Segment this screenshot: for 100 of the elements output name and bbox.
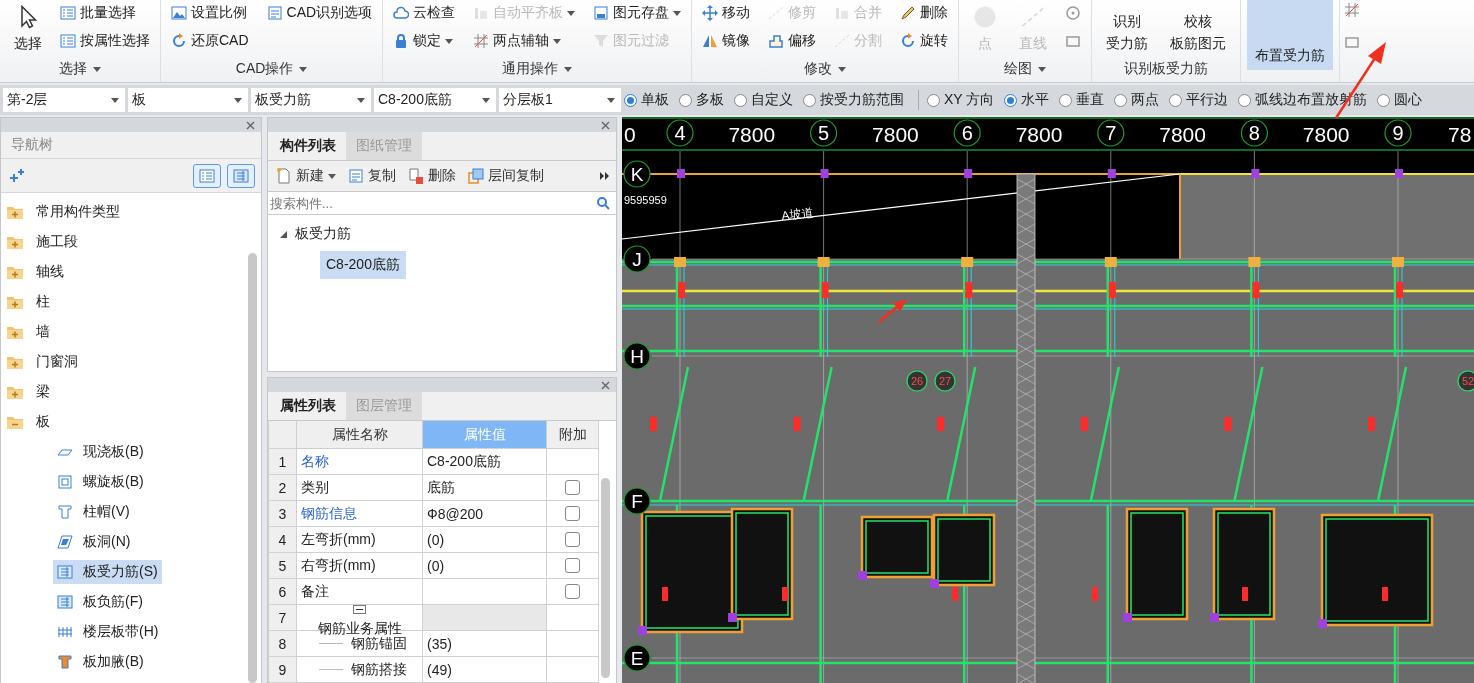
tree-item[interactable]: 轴线	[1, 257, 261, 287]
radio-button[interactable]	[1377, 93, 1391, 107]
scrollbar[interactable]	[601, 478, 610, 678]
tree-item[interactable]: 板负筋(F)	[53, 590, 147, 614]
property-link[interactable]: 名称	[297, 449, 423, 475]
radio-label[interactable]: 多板	[696, 91, 724, 109]
tree-item[interactable]: 柱	[1, 287, 261, 317]
scrollbar[interactable]	[248, 253, 257, 683]
dropdown-field[interactable]: 第-2层	[3, 88, 125, 112]
folder-icon[interactable]	[6, 294, 24, 310]
radio-label[interactable]: 自定义	[751, 91, 793, 109]
tree-item[interactable]: 楼层板带(H)	[53, 620, 163, 644]
radio-button[interactable]	[1238, 93, 1252, 107]
folder-icon[interactable]	[6, 234, 24, 250]
list-view-button[interactable]	[193, 163, 221, 188]
radio-label[interactable]: 按受力筋范围	[820, 91, 904, 109]
ribbon-button[interactable]: 两点辅轴	[469, 28, 580, 54]
checkbox[interactable]	[565, 584, 580, 599]
radio-label[interactable]: 两点	[1131, 91, 1160, 109]
radio-button[interactable]	[679, 93, 692, 107]
search-field[interactable]: 搜索构件...	[270, 195, 596, 211]
folder-icon[interactable]	[6, 264, 24, 280]
property-value[interactable]: Ф8@200	[423, 501, 547, 527]
checkbox[interactable]	[565, 558, 580, 573]
toolbar-button[interactable]: 层间复制	[466, 167, 546, 185]
ribbon-button[interactable]: 还原CAD	[167, 28, 253, 54]
folder-icon[interactable]	[6, 384, 24, 400]
radio-button[interactable]	[1059, 93, 1073, 107]
ribbon-button[interactable]: 删除	[896, 0, 953, 26]
ribbon-button[interactable]: 设置比例	[167, 0, 253, 26]
tree-item[interactable]: 板受力筋(S)	[53, 560, 162, 584]
folder-icon[interactable]	[6, 324, 24, 340]
ribbon-button[interactable]: 批量选择	[56, 0, 154, 26]
property-value[interactable]: (49)	[423, 657, 547, 683]
folder-icon[interactable]	[6, 354, 24, 370]
column-header[interactable]: 附加	[547, 421, 599, 449]
group-title[interactable]: 识别板受力筋	[1120, 59, 1213, 79]
ribbon-button[interactable]: 图元存盘	[589, 0, 686, 26]
property-value[interactable]: (35)	[423, 631, 547, 657]
ribbon-button[interactable]: 布置受力筋	[1247, 0, 1334, 70]
search-icon[interactable]	[596, 196, 610, 210]
column-header[interactable]: 属性名称	[297, 421, 423, 449]
checkbox[interactable]	[565, 532, 580, 547]
tree-item[interactable]: 板洞(N)	[53, 530, 135, 554]
group-title[interactable]: 修改	[800, 59, 851, 79]
folder-icon[interactable]	[6, 414, 24, 430]
tree-item[interactable]: 板加腋(B)	[53, 650, 148, 674]
tree-item[interactable]: 板受力筋	[280, 221, 616, 247]
property-value[interactable]: 底筋	[423, 475, 547, 501]
radio-button[interactable]	[803, 93, 816, 107]
ribbon-button[interactable]: 识别 受力筋	[1098, 0, 1157, 58]
tree-item[interactable]: 柱帽(V)	[53, 500, 134, 524]
ribbon-button[interactable]: 偏移	[764, 28, 821, 54]
radio-label[interactable]: 单板	[641, 91, 669, 109]
tree-item[interactable]: 梁	[1, 377, 261, 407]
ribbon-button[interactable]: 镜像	[698, 28, 755, 54]
close-icon[interactable]	[601, 120, 610, 130]
radio-button[interactable]	[1004, 93, 1018, 107]
close-icon[interactable]	[246, 120, 255, 130]
radio-label[interactable]: 垂直	[1076, 91, 1105, 109]
ribbon-button[interactable]: 按属性选择	[56, 28, 154, 54]
property-link[interactable]: 钢筋信息	[297, 501, 423, 527]
ribbon-button[interactable]: 云检查	[389, 0, 460, 26]
toolbar-button[interactable]: 删除	[406, 167, 458, 185]
tree-item[interactable]: 板	[1, 407, 261, 437]
group-title[interactable]: CAD操作	[231, 59, 312, 79]
tree-item[interactable]: 施工段	[1, 227, 261, 257]
dropdown-field[interactable]: C8-200底筋	[374, 88, 496, 112]
property-value[interactable]: (0)	[423, 553, 547, 579]
dropdown-field[interactable]: 板	[128, 88, 248, 112]
radio-button[interactable]	[624, 93, 637, 107]
checkbox[interactable]	[565, 506, 580, 521]
tree-item[interactable]: 墙	[1, 317, 261, 347]
dropdown-field[interactable]: 板受力筋	[251, 88, 371, 112]
radio-button[interactable]	[1169, 93, 1183, 107]
tree-item[interactable]: 常用构件类型	[1, 197, 261, 227]
toolbar-button[interactable]: 新建	[274, 167, 338, 185]
panel-view-button[interactable]	[227, 163, 255, 188]
radio-button[interactable]	[927, 93, 940, 107]
checkbox[interactable]	[565, 480, 580, 495]
ribbon-button[interactable]: 校核 板筋图元	[1162, 0, 1235, 58]
ribbon-button[interactable]: 锁定	[389, 28, 460, 54]
close-icon[interactable]	[601, 380, 610, 390]
ribbon-button[interactable]: 选择	[6, 0, 50, 58]
toolbar-button[interactable]: 复制	[346, 167, 398, 185]
group-title[interactable]: 绘图	[1000, 59, 1051, 79]
radio-label[interactable]: 圆心	[1394, 91, 1423, 109]
expand-arrow-icon[interactable]	[280, 230, 287, 238]
radio-button[interactable]	[734, 93, 747, 107]
collapse-icon[interactable]	[353, 605, 366, 614]
radio-label[interactable]: 平行边	[1186, 91, 1229, 109]
tree-item[interactable]: 门窗洞	[1, 347, 261, 377]
more-icon[interactable]	[600, 172, 610, 180]
property-value[interactable]: (0)	[423, 527, 547, 553]
radio-button[interactable]	[1114, 93, 1128, 107]
tree-item[interactable]: 现浇板(B)	[53, 440, 148, 464]
radio-label[interactable]: 水平	[1021, 91, 1050, 109]
radio-label[interactable]: XY 方向	[944, 91, 995, 109]
ribbon-button[interactable]: 旋转	[896, 28, 953, 54]
dropdown-field[interactable]: 分层板1	[499, 88, 621, 112]
